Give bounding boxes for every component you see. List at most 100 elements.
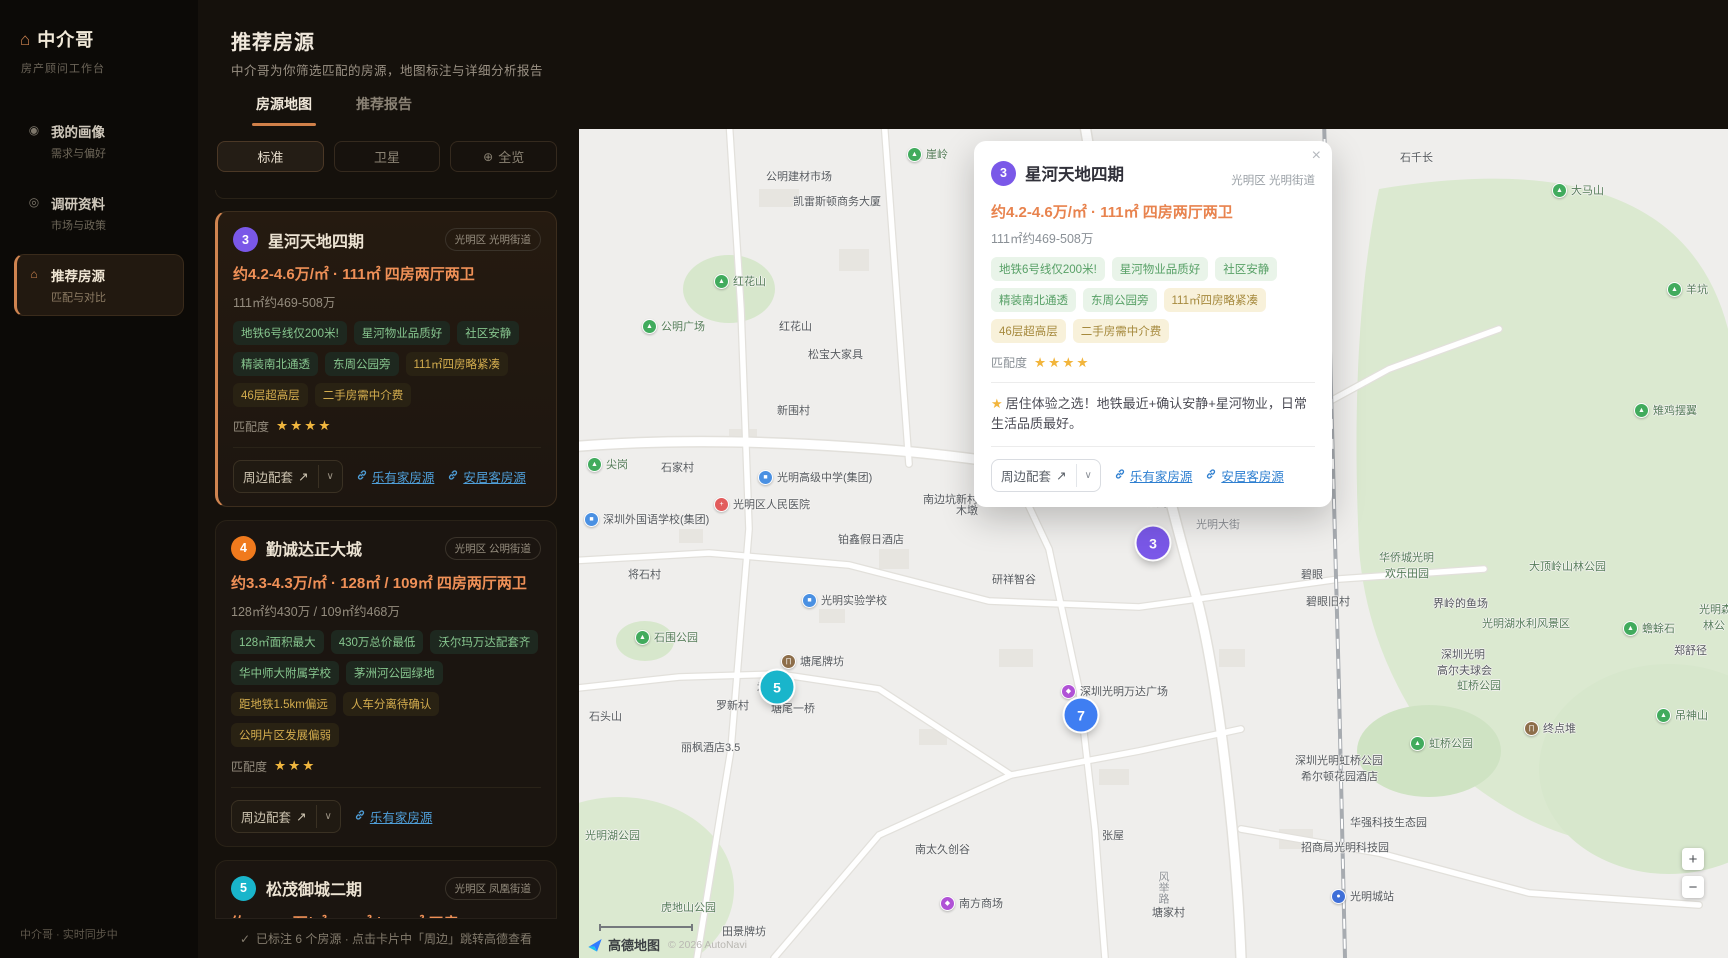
listing-card[interactable]: 3 星河天地四期 光明区 光明街道约4.2-4.6万/㎡ · 111㎡ 四房两厅两卫… [215, 211, 557, 507]
popup-actions: 周边配套 ↗ ∨ 乐有家房源 安居客房源 [991, 446, 1315, 493]
app-root: ⌂ 中介哥 房产顾问工作台 ◉ 我的画像需求与偏好 ◎ 调研资料市场与政策 ⌂ 推荐房源匹… [0, 0, 1728, 958]
listing-source-link[interactable]: 乐有家房源 [1114, 466, 1193, 485]
match-label: 匹配度 [231, 759, 268, 774]
map-marker-5[interactable]: 5 [760, 670, 794, 704]
page-title: 推荐房源 [231, 32, 315, 54]
close-icon[interactable]: × [1312, 148, 1321, 164]
pro-tag: 社区安静 [1215, 257, 1278, 281]
zoom-out-button[interactable]: − [1682, 876, 1704, 898]
sidebar-item-sub: 匹配与对比 [51, 292, 106, 304]
tab-report[interactable]: 推荐报告 [356, 94, 412, 126]
popup-total-price: 111㎡约469-508万 [991, 232, 1094, 246]
con-tag: 距地铁1.5km偏远 [231, 691, 336, 716]
tab-map[interactable]: 房源地图 [252, 94, 316, 126]
button-text: 周边配套 [241, 810, 292, 825]
map-marker-3[interactable]: 3 [1136, 526, 1170, 560]
logo-text: 中介哥 [37, 30, 95, 50]
star-icon: ★ [991, 396, 1003, 411]
main-area: 推荐房源 中介哥为你筛选匹配的房源，地图标注与详细分析报告 房源地图 推荐报告 标… [198, 0, 1728, 958]
logo-house-icon: ⌂ [20, 29, 31, 49]
link-icon [354, 809, 366, 824]
listing-card[interactable]: 5松茂御城二期光明区 凤凰街道约3.2-3.9万/㎡ · 89㎡ / 109㎡ … [215, 859, 557, 918]
map-brand: 高德地图 [608, 938, 661, 953]
chevron-down-icon[interactable]: ∨ [1075, 464, 1100, 488]
listing-source-link[interactable]: 乐有家房源 [354, 807, 433, 826]
con-tag: 111㎡四房略紧凑 [1163, 288, 1266, 312]
mode-standard-button[interactable]: 标准 [217, 141, 324, 172]
listing-list[interactable]: 3 星河天地四期 光明区 光明街道约4.2-4.6万/㎡ · 111㎡ 四房两厅两卫… [215, 190, 557, 918]
sidebar-item-text: 调研资料 市场与政策 [51, 193, 106, 233]
link-text: 安居客房源 [463, 470, 526, 485]
button-text: 周边配套 [1001, 470, 1052, 485]
link-icon [356, 469, 368, 484]
nearby-facilities-button[interactable]: 周边配套 ↗ ∨ [233, 459, 343, 493]
research-icon: ◎ [28, 195, 40, 209]
listing-source-link[interactable]: 乐有家房源 [356, 467, 434, 486]
chevron-down-icon[interactable]: ∨ [317, 464, 342, 488]
link-icon [1114, 468, 1126, 483]
sidebar-footer-status: 中介哥 · 实时同步中 [20, 929, 118, 941]
mode-satellite-button[interactable]: 卫星 [333, 141, 441, 172]
chevron-down-icon[interactable]: ∨ [315, 804, 340, 828]
rank-badge: 5 [231, 875, 256, 901]
sidebar-item-sub: 需求与偏好 [51, 148, 106, 160]
link-icon [1205, 468, 1217, 483]
crosshair-icon: ⊕ [483, 149, 494, 164]
rank-badge: 4 [231, 535, 256, 561]
profile-icon: ◉ [28, 123, 40, 137]
sidebar-item-label: 我的画像 [51, 125, 105, 140]
con-tag: 46层超高层 [233, 382, 308, 407]
sidebar-item-profile[interactable]: ◉ 我的画像需求与偏好 [14, 110, 184, 172]
listing-card[interactable]: 4 勤诚达正大城 光明区 公明街道 约3.3-4.3万/㎡ · 128㎡ / 109㎡… [215, 519, 557, 847]
sidebar-item-recommend[interactable]: ⌂ 推荐房源匹配与对比 [14, 254, 184, 316]
district-chip: 光明区 光明街道 [444, 228, 541, 251]
listing-price: 约4.2-4.6万/㎡ · 111㎡ 四房两厅两卫 [233, 266, 475, 283]
home-icon: ⌂ [30, 267, 38, 281]
listing-total-price: 128㎡约430万 / 109㎡约468万 [231, 604, 400, 619]
listing-source-link[interactable]: 安居客房源 [1205, 466, 1284, 485]
listing-tags: 128㎡面积最大 430万总价最低 沃尔玛万达配套齐 华中师大附属学校 茅洲河公园绿地距… [231, 629, 541, 747]
check-icon: ✓ [239, 931, 251, 946]
sidebar-item-sub: 市场与政策 [51, 220, 106, 232]
link-text: 乐有家房源 [369, 810, 433, 825]
district-chip: 光明区 公明街道 [444, 536, 541, 560]
con-tag: 人车分离待确认 [342, 691, 440, 716]
popup-price: 约4.2-4.6万/㎡ · 111㎡ 四房两厅两卫 [991, 204, 1233, 221]
popup-match-label: 匹配度 [991, 356, 1028, 370]
nearby-facilities-label: 周边配套 ↗ [234, 461, 318, 492]
sidebar-item-label: 推荐房源 [51, 269, 105, 284]
link-text: 乐有家房源 [1129, 470, 1193, 485]
card-header: 3 星河天地四期 光明区 光明街道 [233, 227, 541, 252]
pro-tag: 茅洲河公园绿地 [346, 660, 443, 685]
con-tag: 111㎡四房略紧凑 [405, 351, 508, 376]
logo-tagline: 房产顾问工作台 [21, 63, 105, 75]
sidebar: ⌂ 中介哥 房产顾问工作台 ◉ 我的画像需求与偏好 ◎ 调研资料市场与政策 ⌂ 推荐房源匹… [0, 0, 198, 958]
listing-popup: × 3 星河天地四期 光明区 光明街道 约4.2-4.6万/㎡ · 111㎡ 四… [974, 141, 1332, 508]
match-label: 匹配度 [233, 419, 270, 434]
sidebar-item-label: 调研资料 [51, 197, 105, 212]
map-canvas[interactable]: ▲ 崖岭 公明建材市场 凯雷斯顿商务大厦 石千长 ▲ 大马山 ▲ 红花山 ▲ 羊坑 ▲ 公明广场 红花山松… [579, 129, 1728, 958]
listing-source-link[interactable]: 安居客房源 [447, 467, 526, 486]
pro-tag: 星河物业品质好 [1111, 257, 1209, 281]
zoom-in-button[interactable]: + [1682, 848, 1704, 870]
sidebar-item-text: 我的画像 需求与偏好 [51, 121, 106, 161]
con-tag: 二手房需中介费 [314, 382, 412, 407]
pro-tag: 华中师大附属学校 [231, 660, 339, 685]
listing-price: 约3.3-4.3万/㎡ · 128㎡ / 109㎡ 四房两厅两卫 [231, 574, 527, 592]
amap-logo-icon [588, 938, 602, 952]
map-marker-7[interactable]: 7 [1064, 698, 1098, 732]
sidebar-item-research[interactable]: ◎ 调研资料市场与政策 [14, 182, 184, 244]
popup-match-stars: ★★★★ [1034, 354, 1091, 370]
popup-match-row: 匹配度 ★★★★ [991, 354, 1315, 371]
pro-tag: 社区安静 [457, 320, 520, 345]
link-text: 安居客房源 [1221, 470, 1284, 485]
popup-review: ★ 居住体验之选！地铁最近+确认安静+星河物业，日常生活品质最好。 [991, 382, 1315, 434]
logo: ⌂ 中介哥 [0, 0, 198, 52]
map-mode-switch: 标准 卫星 ⊕ 全览 [217, 141, 558, 172]
mode-overview-button[interactable]: ⊕ 全览 [450, 141, 558, 172]
nearby-facilities-label: 周边配套 ↗ [232, 801, 316, 832]
nearby-facilities-button[interactable]: 周边配套 ↗ ∨ [991, 459, 1101, 493]
nearby-facilities-label: 周边配套 ↗ [992, 460, 1076, 491]
popup-tags: 地铁6号线仅200米! 星河物业品质好 社区安静 精装南北通透 东周公园旁 111㎡四房略… [991, 257, 1315, 343]
nearby-facilities-button[interactable]: 周边配套 ↗ ∨ [231, 799, 341, 833]
